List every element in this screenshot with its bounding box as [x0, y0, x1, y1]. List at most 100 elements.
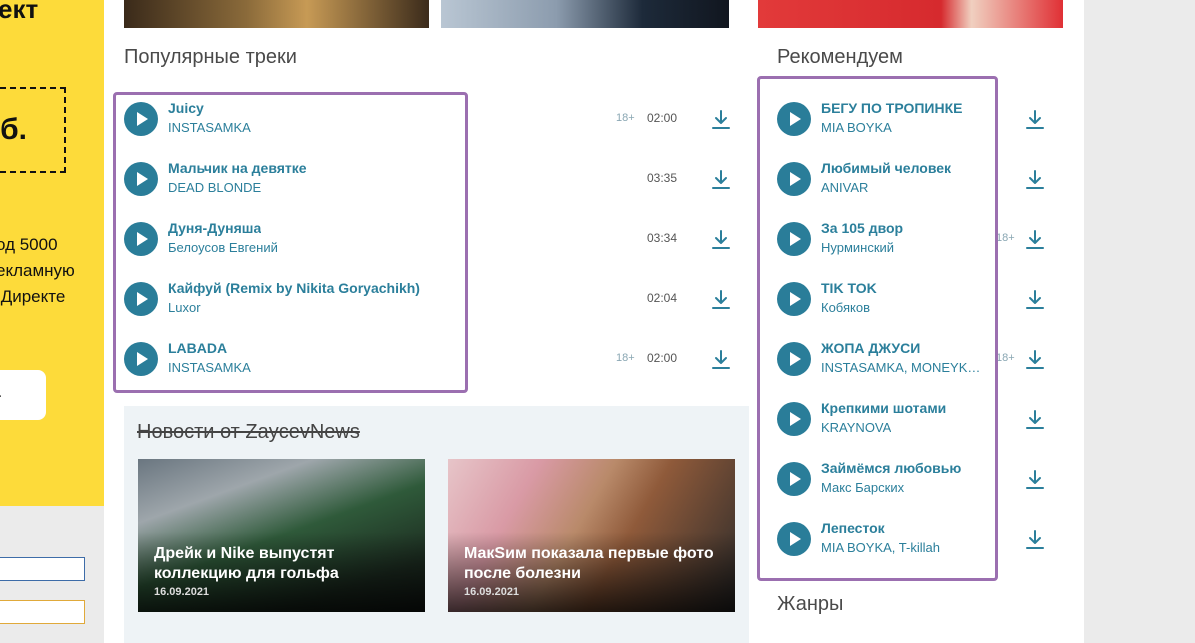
track-row: Дуня-Дуняша Белоусов Евгений 03:34 [124, 212, 744, 272]
track-row: Мальчик на девятке DEAD BLONDE 03:35 [124, 152, 744, 212]
track-title[interactable]: Займёмся любовью [821, 460, 961, 476]
ad-line: екламную [0, 261, 75, 280]
play-icon[interactable] [777, 522, 811, 556]
ad-title: ект [0, 0, 39, 24]
track-artist[interactable]: INSTASAMKA, MONEYKEN [821, 360, 983, 375]
download-icon[interactable] [1025, 409, 1045, 431]
track-title[interactable]: Мальчик на девятке [168, 160, 307, 176]
track-row: Любимый человек ANIVAR [777, 152, 1057, 212]
track-row: БЕГУ ПО ТРОПИНКЕ MIA BOYKA [777, 92, 1057, 152]
news-date: 16.09.2021 [464, 586, 520, 598]
track-title[interactable]: За 105 двор [821, 220, 903, 236]
track-artist[interactable]: DEAD BLONDE [168, 180, 261, 195]
download-icon[interactable] [1025, 469, 1045, 491]
play-icon[interactable] [124, 162, 158, 196]
download-icon[interactable] [711, 349, 731, 371]
age-badge: 18+ [616, 112, 635, 124]
banner-image[interactable] [758, 0, 1063, 28]
track-artist[interactable]: Luxor [168, 300, 201, 315]
track-row: За 105 двор Нурминский 18+ [777, 212, 1057, 272]
news-date: 16.09.2021 [154, 586, 210, 598]
play-icon[interactable] [124, 222, 158, 256]
ad-line: од 5000 [0, 235, 58, 254]
play-icon[interactable] [777, 402, 811, 436]
download-icon[interactable] [711, 289, 731, 311]
download-icon[interactable] [1025, 229, 1045, 251]
download-icon[interactable] [1025, 529, 1045, 551]
play-icon[interactable] [124, 342, 158, 376]
download-icon[interactable] [711, 109, 731, 131]
track-duration: 02:00 [647, 351, 678, 365]
play-icon[interactable] [777, 102, 811, 136]
age-badge: 18+ [996, 352, 1015, 364]
yandex-direct-ad[interactable]: ект б. од 5000 екламную .Директе . [0, 0, 104, 506]
ad-line: .Директе [0, 287, 66, 306]
track-title[interactable]: БЕГУ ПО ТРОПИНКЕ [821, 100, 963, 116]
play-icon[interactable] [777, 462, 811, 496]
download-icon[interactable] [1025, 349, 1045, 371]
track-title[interactable]: ЖОПА ДЖУСИ [821, 340, 920, 356]
sidebar-input[interactable] [0, 557, 85, 581]
track-title[interactable]: LABADA [168, 340, 227, 356]
track-artist[interactable]: Нурминский [821, 240, 894, 255]
genres-heading: Жанры [777, 593, 844, 615]
track-artist[interactable]: Кобяков [821, 300, 870, 315]
recommended-heading: Рекомендуем [777, 46, 903, 68]
track-row: Кайфуй (Remix by Nikita Goryachikh) Luxor… [124, 272, 744, 332]
track-duration: 03:35 [647, 171, 678, 185]
ad-price-box: б. [0, 87, 66, 173]
track-artist[interactable]: MIA BOYKA [821, 120, 892, 135]
news-block: Новости от ZaycevNews Дрейк и Nike выпус… [124, 406, 749, 643]
track-artist[interactable]: Макс Барских [821, 480, 904, 495]
track-duration: 02:00 [647, 111, 678, 125]
download-icon[interactable] [711, 169, 731, 191]
track-duration: 02:04 [647, 291, 678, 305]
age-badge: 18+ [616, 352, 635, 364]
track-row: TIK TOK Кобяков [777, 272, 1057, 332]
news-heading[interactable]: Новости от ZaycevNews [137, 421, 360, 444]
track-artist[interactable]: KRAYNOVA [821, 420, 891, 435]
ad-button-label: . [0, 384, 2, 402]
track-row: Крепкими шотами KRAYNOVA [777, 392, 1057, 452]
download-icon[interactable] [1025, 109, 1045, 131]
track-duration: 03:34 [647, 231, 678, 245]
play-icon[interactable] [124, 282, 158, 316]
news-card[interactable]: Дрейк и Nike выпустят коллекцию для голь… [138, 459, 425, 612]
sidebar-input[interactable] [0, 600, 85, 624]
track-title[interactable]: Кайфуй (Remix by Nikita Goryachikh) [168, 280, 420, 296]
track-row: Juicy INSTASAMKA 18+ 02:00 [124, 92, 744, 152]
news-headline: Дрейк и Nike выпустят коллекцию для голь… [154, 545, 339, 582]
track-row: LABADA INSTASAMKA 18+ 02:00 [124, 332, 744, 392]
play-icon[interactable] [777, 282, 811, 316]
track-title[interactable]: Лепесток [821, 520, 885, 536]
age-badge: 18+ [996, 232, 1015, 244]
track-row: Лепесток MIA BOYKA, T-killah [777, 512, 1057, 572]
ad-text: од 5000 екламную .Директе [0, 232, 75, 310]
track-artist[interactable]: ANIVAR [821, 180, 868, 195]
track-title[interactable]: Крепкими шотами [821, 400, 946, 416]
play-icon[interactable] [777, 342, 811, 376]
banner-image[interactable] [441, 0, 729, 28]
play-icon[interactable] [777, 222, 811, 256]
ad-button[interactable]: . [0, 370, 46, 420]
play-icon[interactable] [777, 162, 811, 196]
news-card[interactable]: МакSим показала первые фото после болезн… [448, 459, 735, 612]
track-artist[interactable]: MIA BOYKA, T-killah [821, 540, 940, 555]
news-headline: МакSим показала первые фото после болезн… [464, 545, 714, 582]
ad-price: б. [0, 113, 27, 146]
track-row: ЖОПА ДЖУСИ INSTASAMKA, MONEYKEN 18+ [777, 332, 1057, 392]
track-row: Займёмся любовью Макс Барских [777, 452, 1057, 512]
track-title[interactable]: Любимый человек [821, 160, 951, 176]
track-title[interactable]: Juicy [168, 100, 204, 116]
download-icon[interactable] [1025, 289, 1045, 311]
download-icon[interactable] [711, 229, 731, 251]
track-artist[interactable]: INSTASAMKA [168, 360, 251, 375]
track-artist[interactable]: Белоусов Евгений [168, 240, 278, 255]
download-icon[interactable] [1025, 169, 1045, 191]
track-artist[interactable]: INSTASAMKA [168, 120, 251, 135]
track-title[interactable]: Дуня-Дуняша [168, 220, 261, 236]
play-icon[interactable] [124, 102, 158, 136]
banner-image[interactable] [124, 0, 429, 28]
track-title[interactable]: TIK TOK [821, 280, 877, 296]
popular-tracks-heading: Популярные треки [124, 46, 297, 68]
